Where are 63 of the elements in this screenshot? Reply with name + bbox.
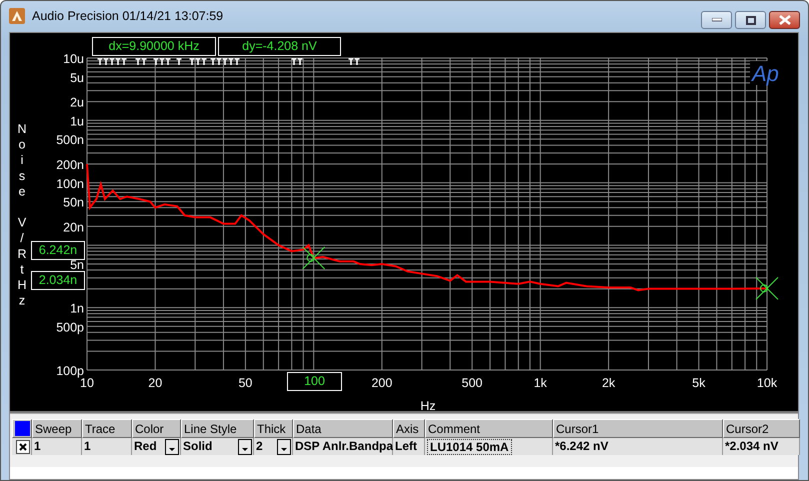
y-tick-label: 200n [56,158,84,172]
x-tick-label: 1k [534,376,547,390]
table-cell: 1 [82,438,132,455]
column-header: Sweep [32,419,82,438]
app-icon [9,8,25,24]
cursor-marker [302,246,326,270]
column-header: Data [293,419,393,438]
table-cell: *2.034 nV [723,438,800,455]
checkbox[interactable] [16,440,30,454]
column-header: Trace [82,419,132,438]
y-tick-label: 10u [63,52,84,66]
column-header: Comment [425,419,553,438]
cursor-marker [756,276,778,300]
y-tick-label: 20n [63,220,84,234]
table-dropdown[interactable]: Solid [181,438,254,455]
column-header: Axis [393,419,425,438]
x-tick-label: 10 [80,376,94,390]
color-swatch[interactable] [15,421,30,436]
x-axis-title: Hz [420,399,436,411]
y-tick-label: 5u [70,70,84,85]
dx-readout: dx=9.90000 kHz [92,37,216,56]
close-icon [778,15,790,25]
x-tick-label: 500 [462,376,483,390]
maximize-icon [746,16,756,24]
y-tick-label: 500n [56,133,84,148]
y-axis-title: Noise V/RtHz [17,122,27,308]
x-tick-label: 20 [148,376,162,390]
x-cursor-readout: 100 [287,372,342,391]
y-tick-label: 500p [56,320,84,334]
column-header: Line Style [181,419,254,438]
close-button[interactable] [769,11,800,29]
y-cursor-readout: 2.034n [31,271,85,290]
x-tick-label: 200 [371,376,392,390]
y-cursor-readout: 6.242n [31,240,85,260]
x-tick-label: 10k [756,376,778,390]
x-tick-label: 2k [602,376,616,390]
minimize-icon [712,18,722,22]
table-cell: *6.242 nV [553,438,723,455]
table-dropdown[interactable]: Red [132,438,181,455]
y-tick-label: 5n [70,258,84,272]
cross-icon [19,442,27,450]
minimize-button[interactable] [701,11,732,29]
x-tick-label: 50 [238,376,252,390]
column-header: Color [132,419,181,438]
column-header: Cursor1 [553,419,723,438]
column-header: Thick [254,419,293,438]
logo: Ap [752,61,779,86]
y-tick-label: 2u [70,96,84,110]
y-tick-label: 100p [56,364,84,378]
table-cell: DSP Anlr.Bandpa [293,438,393,455]
y-tick-label: 1u [70,114,84,128]
table-cell: 1 [32,438,82,455]
comment-field[interactable]: LU1014 50mA [427,438,512,454]
window-title: Audio Precision 01/14/21 13:07:59 [32,9,224,23]
column-header: Cursor2 [723,419,800,438]
table-dropdown[interactable]: 2 [254,438,293,455]
y-tick-label: 50n [63,196,84,210]
maximize-button[interactable] [735,11,766,29]
dy-readout: dy=-4.208 nV [218,37,341,56]
y-tick-label: 1n [70,302,84,316]
table-cell: Left [393,438,425,455]
x-tick-label: 5k [692,376,706,390]
y-tick-label: 100n [56,176,84,191]
